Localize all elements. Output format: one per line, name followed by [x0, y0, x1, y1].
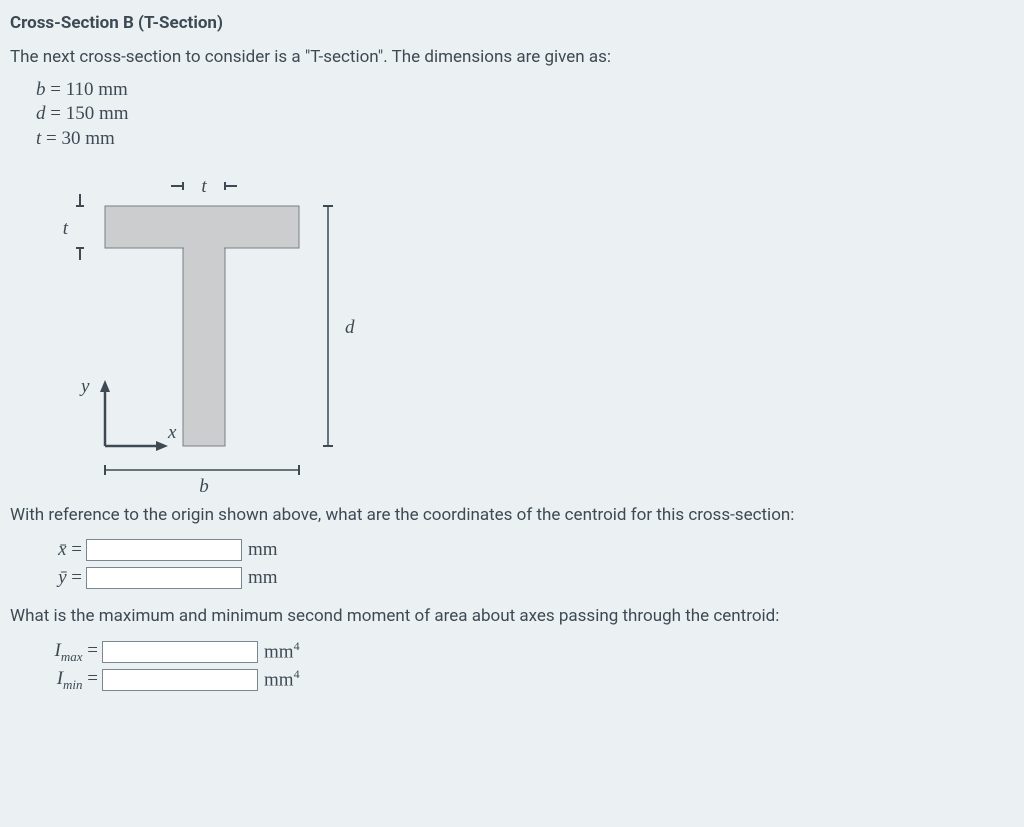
dim-b: b = 110 mm	[36, 78, 1014, 103]
moment-answers: Imax = mm4 Imin = mm4	[28, 639, 1014, 693]
imin-label: Imin =	[28, 666, 102, 694]
label-y-axis: y	[79, 376, 90, 397]
dim-t: t = 30 mm	[36, 127, 1014, 152]
xbar-label: x̄ =	[28, 537, 86, 564]
dim-d: d = 150 mm	[36, 102, 1014, 127]
label-t-top: t	[201, 176, 207, 197]
imax-label: Imax =	[28, 638, 102, 666]
imin-unit: mm4	[264, 666, 300, 694]
label-t-left: t	[63, 218, 69, 239]
centroid-answers: x̄ = mm ȳ = mm	[28, 537, 1014, 591]
ybar-input[interactable]	[86, 567, 242, 589]
xbar-unit: mm	[248, 537, 278, 564]
ybar-unit: mm	[248, 565, 278, 592]
ybar-label: ȳ =	[28, 565, 86, 592]
intro-text: The next cross-section to consider is a …	[10, 46, 1014, 70]
question-centroid: With reference to the origin shown above…	[10, 504, 1014, 528]
dimensions-list: b = 110 mm d = 150 mm t = 30 mm	[36, 78, 1014, 152]
t-section-figure: t t d b y x	[10, 158, 380, 498]
imin-input[interactable]	[102, 669, 258, 691]
imax-unit: mm4	[264, 638, 300, 666]
imax-input[interactable]	[102, 641, 258, 663]
question-moment: What is the maximum and minimum second m…	[10, 605, 1014, 629]
label-d: d	[345, 317, 355, 338]
xbar-input[interactable]	[86, 539, 242, 561]
label-x-axis: x	[167, 422, 177, 443]
label-b: b	[199, 476, 209, 497]
t-section-svg: t t d b y x	[10, 158, 380, 498]
section-heading: Cross-Section B (T-Section)	[10, 12, 1014, 36]
